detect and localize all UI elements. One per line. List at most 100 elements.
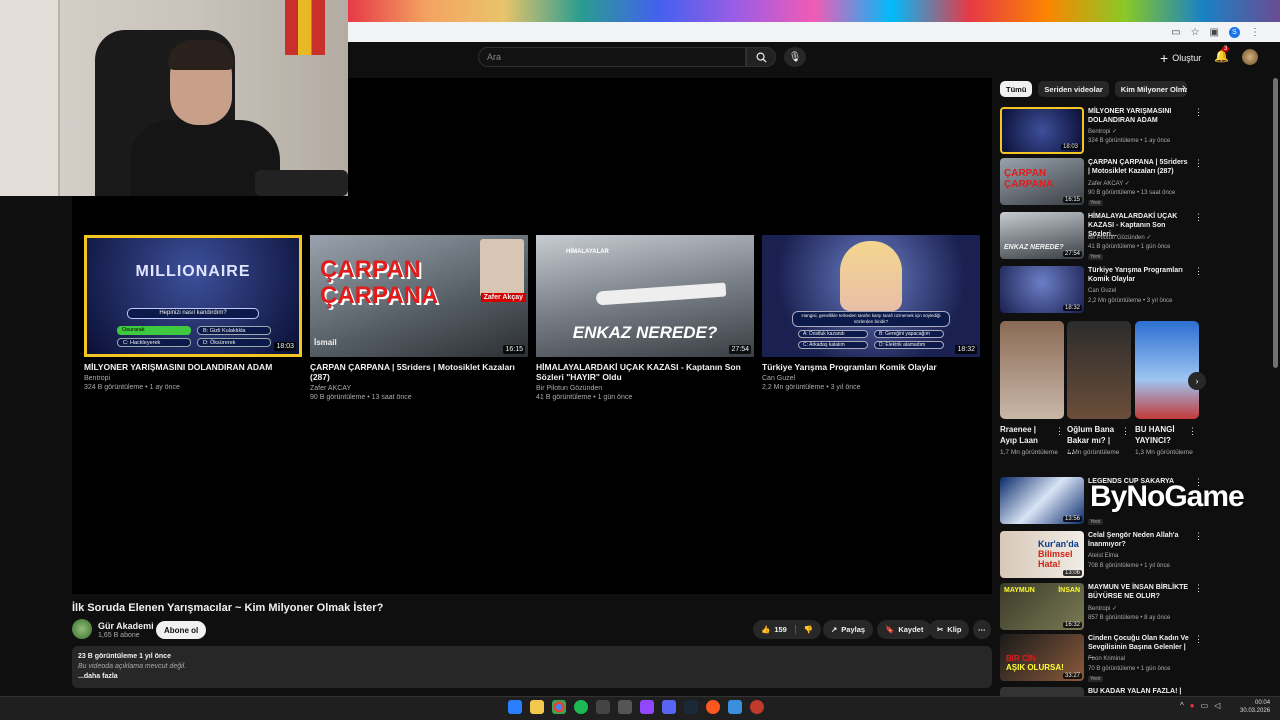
- voice-search-button[interactable]: 🎙: [784, 47, 806, 67]
- create-button[interactable]: + Oluştur: [1160, 50, 1201, 66]
- thumb-answer-b: B: Gereğini yapacağım: [874, 330, 944, 338]
- clip-button[interactable]: ✂ Klip: [929, 620, 970, 639]
- chip-series[interactable]: Seriden videolar: [1038, 81, 1109, 97]
- thumb-person: [840, 241, 902, 311]
- endscreen-channel: Zafer AKCAY: [310, 385, 352, 392]
- chip-kim-milyoner[interactable]: Kim Milyoner Olmak İster: [1114, 81, 1187, 97]
- channel-name[interactable]: Gür Akademi: [98, 621, 154, 631]
- short-thumbnail-1[interactable]: [1000, 321, 1064, 419]
- app-icon[interactable]: [706, 700, 720, 714]
- rec-title: ÇARPAN ÇARPANA | 5Sriders | Motosiklet K…: [1088, 159, 1188, 175]
- more-vertical-icon[interactable]: ⋮: [1194, 266, 1203, 277]
- thumb-answer-a: Osurarak: [117, 326, 191, 335]
- bookmark-icon: 🔖: [885, 625, 895, 634]
- more-vertical-icon[interactable]: ⋮: [1194, 583, 1203, 594]
- thumbs-down-icon: 👎: [803, 625, 814, 634]
- cast-icon[interactable]: ▭: [1171, 27, 1180, 38]
- clock-date: 30.03.2026: [1240, 708, 1271, 714]
- more-vertical-icon[interactable]: ⋮: [1055, 426, 1064, 437]
- like-count: 159: [774, 625, 787, 634]
- channel-avatar[interactable]: [72, 619, 92, 639]
- file-explorer-icon[interactable]: [530, 700, 544, 714]
- more-vertical-icon[interactable]: ⋮: [1194, 107, 1203, 118]
- short-thumbnail-2[interactable]: [1067, 321, 1131, 419]
- endscreen-channel: Bir Pilotun Gözünden: [536, 385, 603, 392]
- rec-title: MAYMUN VE İNSAN BİRLİKTE BÜYÜRSE NE OLUR…: [1088, 584, 1189, 600]
- share-button[interactable]: ↗ Paylaş: [823, 620, 874, 639]
- twitch-icon[interactable]: [640, 700, 654, 714]
- recommended-video[interactable]: ENKAZ NEREDE? 27:54 HİMALAYALARDAKİ UÇAK …: [1000, 212, 1210, 260]
- app-icon[interactable]: [728, 700, 742, 714]
- taskbar-apps: [508, 700, 764, 714]
- more-vertical-icon[interactable]: ⋮: [1194, 531, 1203, 542]
- recommended-video[interactable]: 18:03 MİLYONER YARIŞMASINI DOLANDIRAN AD…: [1000, 107, 1210, 155]
- app-icon[interactable]: [596, 700, 610, 714]
- rec-thumbnail: 18:03: [1000, 107, 1084, 154]
- thumb-headline: ENKAZ NEREDE?: [572, 323, 718, 342]
- more-vertical-icon[interactable]: ⋮: [1121, 426, 1130, 437]
- menu-icon[interactable]: ⋮: [1250, 27, 1260, 38]
- more-vertical-icon[interactable]: ⋮: [1194, 158, 1203, 169]
- chrome-icon[interactable]: [552, 700, 566, 714]
- short-title[interactable]: BU HANGİ YAYINCI?: [1135, 424, 1185, 446]
- chevron-up-icon[interactable]: ^: [1180, 701, 1184, 710]
- search-input[interactable]: Ara: [478, 47, 746, 67]
- more-vertical-icon[interactable]: ⋮: [1194, 212, 1203, 223]
- video-duration: 18:03: [1060, 144, 1080, 150]
- extension-icon[interactable]: ▣: [1210, 27, 1219, 38]
- video-duration: 33:27: [1062, 673, 1082, 679]
- mic-icon[interactable]: ●: [1190, 701, 1195, 710]
- search-button[interactable]: [746, 47, 776, 67]
- recommended-video[interactable]: 18:32 Türkiye Yarışma Programları Komik …: [1000, 266, 1210, 314]
- mic-arm: [255, 170, 348, 196]
- rec-meta: 324 B görüntüleme • 1 ay önce: [1088, 138, 1171, 144]
- steam-icon[interactable]: [684, 700, 698, 714]
- chevron-right-icon[interactable]: ›: [1188, 372, 1206, 390]
- thumb-answer-d: D: Öksürerek: [197, 338, 271, 347]
- thumb-overlay-name: Zafer Akçay: [480, 293, 526, 302]
- recommended-video[interactable]: BU KADAR YALAN FAZLA! |: [1000, 687, 1210, 696]
- more-vertical-icon[interactable]: ⋮: [1188, 426, 1197, 437]
- speaker-icon[interactable]: ◁: [1214, 701, 1220, 710]
- endscreen-thumbnail: HİMALAYALAR ENKAZ NEREDE? 27:54: [536, 235, 754, 357]
- discord-icon[interactable]: [662, 700, 676, 714]
- more-vertical-icon[interactable]: ⋮: [1194, 634, 1203, 645]
- rec-thumbnail: Kur'an'da Bilimsel Hata! 13:06: [1000, 531, 1084, 578]
- save-button[interactable]: 🔖 Kaydet: [877, 620, 932, 639]
- rec-thumbnail: 13:56: [1000, 477, 1084, 524]
- video-duration: 27:54: [729, 345, 751, 354]
- new-badge: Yeni: [1088, 200, 1103, 206]
- star-icon[interactable]: ☆: [1191, 27, 1200, 38]
- endscreen-video-4[interactable]: Hangisi, genellikle terkeden tarafın kar…: [762, 235, 980, 392]
- network-icon[interactable]: ▭: [1201, 701, 1209, 710]
- profile-icon[interactable]: S: [1229, 26, 1240, 38]
- chip-all[interactable]: Tümü: [1000, 81, 1033, 97]
- more-actions-button[interactable]: ⋯: [973, 620, 991, 639]
- recommended-video[interactable]: MAYMUN İNSAN 16:32 MAYMUN VE İNSAN BİRLİKT…: [1000, 583, 1210, 631]
- taskbar-clock[interactable]: 00:04 30.03.2026: [1240, 699, 1270, 715]
- rec-channel: Bentropi ✓: [1088, 129, 1118, 135]
- endscreen-channel: Can Guzel: [762, 375, 796, 382]
- endscreen-video-3[interactable]: HİMALAYALAR ENKAZ NEREDE? 27:54 HİMALAYA…: [536, 235, 754, 402]
- endscreen-video-1[interactable]: MILLIONAIRE Hepinizi nasıl kandırdım? Os…: [84, 235, 302, 392]
- description-box[interactable]: 23 B görüntüleme 1 yıl önce Bu videoda a…: [72, 646, 992, 688]
- scrollbar[interactable]: [1273, 78, 1278, 368]
- recommended-video[interactable]: BİR CİN AŞIK OLURSA! 33:27 Cinden Çocuğu O…: [1000, 634, 1210, 682]
- short-title[interactable]: Rraenee | Ayıp Laan: [1000, 424, 1050, 446]
- windows-start-icon[interactable]: [508, 700, 522, 714]
- show-more-link[interactable]: ...daha fazla: [78, 672, 986, 682]
- app-icon[interactable]: [618, 700, 632, 714]
- dislike-button[interactable]: 👎: [796, 625, 821, 634]
- account-avatar[interactable]: [1242, 49, 1258, 65]
- spotify-icon[interactable]: [574, 700, 588, 714]
- like-button[interactable]: 👍 159: [761, 625, 796, 634]
- recommended-video[interactable]: Kur'an'da Bilimsel Hata! 13:06 Celal Şengör…: [1000, 531, 1210, 579]
- short-thumbnail-3[interactable]: [1135, 321, 1199, 419]
- video-duration: 18:32: [1062, 305, 1082, 311]
- chevron-right-icon[interactable]: ›: [1182, 82, 1186, 94]
- recommended-video[interactable]: ÇARPAN ÇARPANA 16:15 ÇARPAN ÇARPANA | 5Sri…: [1000, 158, 1210, 206]
- endscreen-thumbnail: Hangisi, genellikle terkeden tarafın kar…: [762, 235, 980, 357]
- endscreen-video-2[interactable]: ÇARPAN ÇARPANA Zafer Akçay İsmail 16:15 …: [310, 235, 528, 402]
- subscribe-button[interactable]: Abone ol: [156, 621, 207, 639]
- obs-icon[interactable]: [750, 700, 764, 714]
